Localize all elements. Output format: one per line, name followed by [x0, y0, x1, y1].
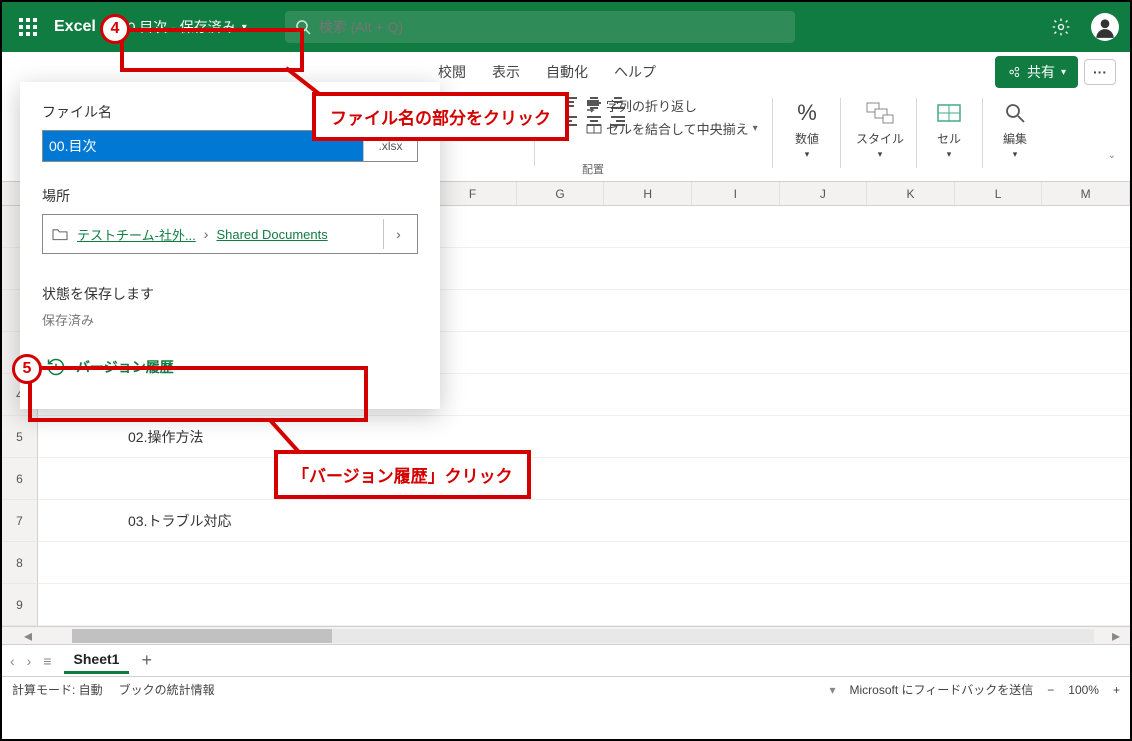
- search-input[interactable]: [319, 19, 785, 35]
- cell[interactable]: 03.トラブル対応: [38, 500, 1130, 542]
- search-icon: [295, 19, 311, 35]
- cell[interactable]: 02.操作方法: [38, 416, 1130, 458]
- row-header[interactable]: 7: [2, 500, 38, 542]
- zoom-in-icon[interactable]: +: [1113, 683, 1120, 697]
- file-title-button[interactable]: 00.目次 - 保存済み ▾: [110, 13, 257, 41]
- col-header[interactable]: I: [692, 182, 780, 205]
- sheet-tab[interactable]: Sheet1: [64, 647, 130, 674]
- title-bar: Excel 00.目次 - 保存済み ▾: [2, 2, 1130, 52]
- col-header[interactable]: J: [780, 182, 868, 205]
- col-header[interactable]: M: [1042, 182, 1130, 205]
- zoom-level[interactable]: 100%: [1068, 683, 1099, 697]
- more-button[interactable]: ···: [1084, 59, 1116, 85]
- workbook-stats-label[interactable]: ブックの統計情報: [119, 681, 215, 698]
- tab-view[interactable]: 表示: [486, 58, 526, 86]
- save-state-label: 状態を保存します: [42, 284, 418, 304]
- row-header[interactable]: 6: [2, 458, 38, 500]
- app-name: Excel: [54, 18, 96, 36]
- annotation-badge-5: 5: [12, 354, 42, 384]
- tab-help[interactable]: ヘルプ: [608, 58, 662, 86]
- sheet-nav-prev-icon[interactable]: ‹: [10, 653, 15, 669]
- account-avatar[interactable]: [1090, 12, 1120, 42]
- location-folder-link[interactable]: Shared Documents: [216, 227, 327, 242]
- chevron-down-icon: ▾: [1061, 67, 1066, 78]
- location-label: 場所: [42, 186, 418, 206]
- share-label: 共有: [1027, 62, 1055, 82]
- all-sheets-icon[interactable]: ≡: [43, 653, 51, 669]
- col-header[interactable]: G: [517, 182, 605, 205]
- col-header[interactable]: H: [604, 182, 692, 205]
- sheet-tab-bar: ‹ › ≡ Sheet1 +: [2, 644, 1130, 676]
- share-button[interactable]: 共有 ▾: [995, 56, 1078, 88]
- sheet-nav-next-icon[interactable]: ›: [27, 653, 32, 669]
- settings-icon[interactable]: [1046, 12, 1076, 42]
- row-header[interactable]: 9: [2, 584, 38, 626]
- row-header[interactable]: 8: [2, 542, 38, 584]
- history-icon: [46, 357, 66, 377]
- group-label-alignment: 配置: [582, 161, 604, 179]
- zoom-out-icon[interactable]: −: [1047, 683, 1054, 697]
- col-header[interactable]: K: [867, 182, 955, 205]
- col-header[interactable]: L: [955, 182, 1043, 205]
- annotation-callout-1: ファイル名の部分をクリック: [312, 92, 569, 141]
- merge-center-button[interactable]: セルを結合して中央揃え ▾: [586, 119, 758, 138]
- row-header[interactable]: 5: [2, 416, 38, 458]
- app-launcher-icon[interactable]: [12, 11, 44, 43]
- folder-icon: [51, 227, 69, 241]
- chevron-down-icon: ▾: [242, 22, 247, 33]
- wrap-text-button[interactable]: 字列の折り返し: [586, 96, 758, 115]
- version-history-button[interactable]: バージョン履歴: [42, 349, 418, 385]
- location-team-link[interactable]: テストチーム-社外...: [77, 225, 196, 244]
- status-bar: 計算モード: 自動 ブックの統計情報 ▾ Microsoft にフィードバックを…: [2, 676, 1130, 702]
- tab-automate[interactable]: 自動化: [540, 58, 594, 86]
- saved-status: 保存済み: [42, 310, 418, 329]
- file-title-text: 00.目次 - 保存済み: [120, 17, 236, 37]
- version-history-label: バージョン履歴: [76, 357, 174, 377]
- scrollbar-thumb[interactable]: [72, 629, 332, 643]
- col-header[interactable]: F: [429, 182, 517, 205]
- horizontal-scrollbar[interactable]: ◂ ▸: [2, 626, 1130, 644]
- location-go-icon[interactable]: ›: [383, 219, 413, 249]
- search-box[interactable]: [285, 11, 795, 43]
- location-row: テストチーム-社外... › Shared Documents ›: [42, 214, 418, 254]
- annotation-callout-2: 「バージョン履歴」クリック: [274, 450, 531, 499]
- calc-mode-label: 計算モード: 自動: [12, 681, 103, 698]
- add-sheet-icon[interactable]: +: [141, 650, 152, 671]
- feedback-link[interactable]: Microsoft にフィードバックを送信: [849, 681, 1033, 698]
- annotation-badge-4: 4: [100, 14, 130, 44]
